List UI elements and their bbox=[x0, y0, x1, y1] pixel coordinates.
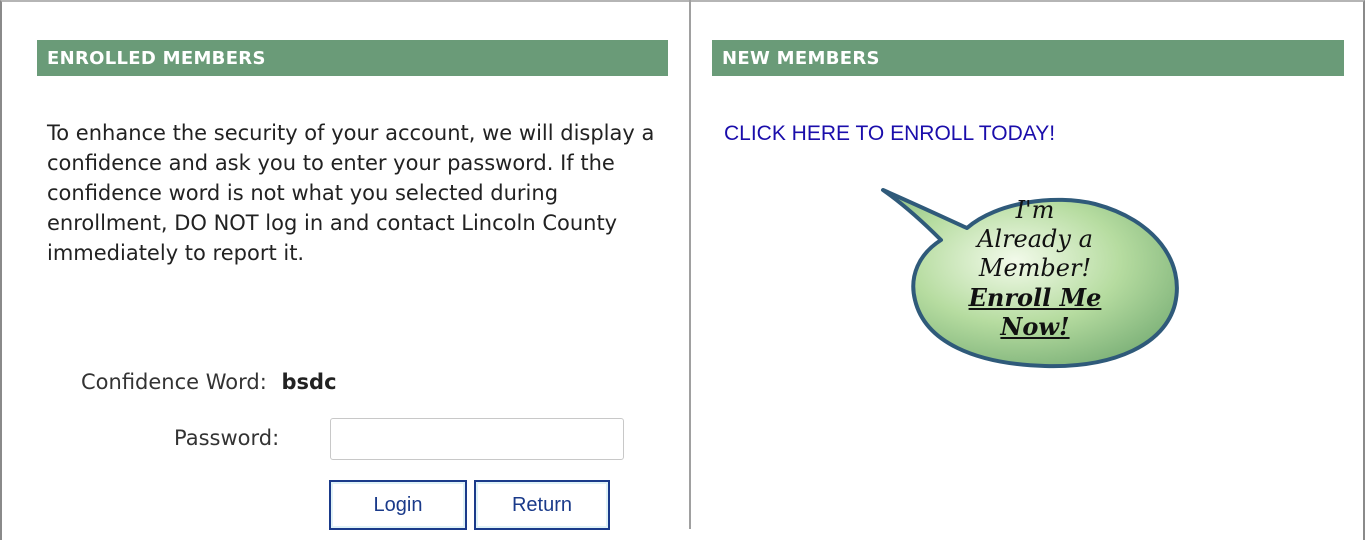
new-members-panel: NEW MEMBERS CLICK HERE TO ENROLL TODAY! … bbox=[712, 40, 1344, 369]
return-button[interactable]: Return bbox=[474, 480, 610, 530]
confidence-word-label: Confidence Word: bbox=[81, 370, 267, 394]
enroll-today-link[interactable]: CLICK HERE TO ENROLL TODAY! bbox=[724, 122, 1055, 146]
bubble-line-4: Enroll Me bbox=[968, 283, 1102, 312]
bubble-text: I'm Already a Member! Enroll Me Now! bbox=[935, 196, 1135, 341]
bubble-line-5: Now! bbox=[1000, 312, 1070, 341]
enroll-me-now-bubble[interactable]: I'm Already a Member! Enroll Me Now! bbox=[875, 182, 1187, 382]
bubble-line-1: I'm bbox=[1015, 196, 1055, 224]
security-intro-text: To enhance the security of your account,… bbox=[47, 121, 655, 265]
confidence-word-row: Confidence Word: bsdc bbox=[81, 370, 337, 394]
confidence-word-value: bsdc bbox=[281, 370, 337, 394]
password-input[interactable] bbox=[330, 418, 624, 460]
bubble-line-2: Already a bbox=[977, 225, 1093, 253]
enrolled-members-panel: ENROLLED MEMBERS To enhance the security… bbox=[37, 40, 668, 530]
password-label: Password: bbox=[174, 426, 280, 450]
new-members-header: NEW MEMBERS bbox=[712, 40, 1344, 76]
enrolled-members-header: ENROLLED MEMBERS bbox=[37, 40, 668, 76]
login-button[interactable]: Login bbox=[329, 480, 467, 530]
column-divider bbox=[689, 0, 691, 529]
bubble-line-3: Member! bbox=[978, 254, 1092, 282]
